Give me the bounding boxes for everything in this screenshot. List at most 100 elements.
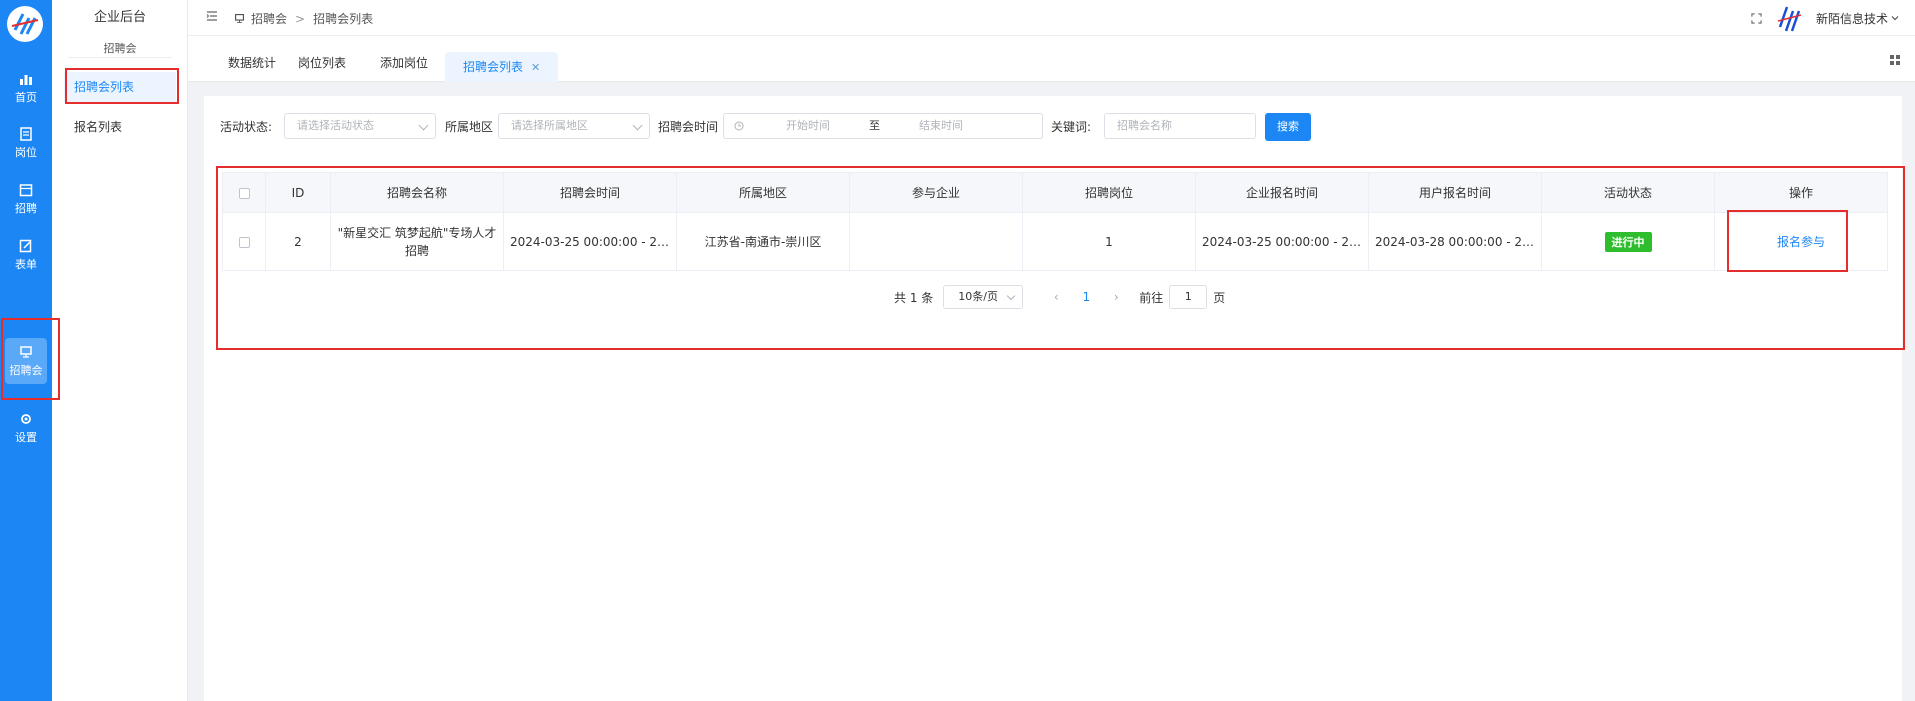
sidebar-item-label: 首页	[15, 90, 37, 104]
tab-label: 招聘会列表	[463, 60, 524, 74]
breadcrumb-separator: >	[295, 11, 306, 26]
cell-name: "新星交汇 筑梦起航"专场人才招聘	[330, 212, 504, 271]
prev-page-icon[interactable]: ‹	[1041, 290, 1071, 304]
goto-page-input[interactable]: 1	[1169, 285, 1208, 309]
keyword-filter-label: 关键词:	[1051, 120, 1092, 134]
presentation-icon	[234, 13, 245, 23]
column-header: 招聘会名称	[330, 172, 504, 213]
page-size-value: 10条/页	[958, 290, 998, 303]
column-header: 企业报名时间	[1195, 172, 1369, 213]
fullscreen-icon[interactable]	[1751, 12, 1762, 24]
column-header: 所属地区	[676, 172, 850, 213]
keyword-input[interactable]: 招聘会名称	[1104, 113, 1256, 139]
sidebar-item-home[interactable]: 首页	[0, 65, 52, 111]
pagination: 共 1 条 10条/页 ‹ 1 › 前往 1 页	[894, 285, 1225, 309]
clock-icon	[734, 121, 744, 131]
date-range-picker[interactable]: 开始时间 至 结束时间	[723, 113, 1043, 139]
status-select[interactable]: 请选择活动状态	[284, 113, 436, 139]
company-logo-icon	[1777, 6, 1802, 32]
column-header: 参与企业	[849, 172, 1023, 213]
sidebar-item-label: 招聘	[15, 201, 37, 215]
sidebar-item-label: 设置	[15, 430, 37, 444]
close-icon[interactable]: ✕	[531, 61, 540, 74]
grid-icon[interactable]	[1889, 54, 1901, 66]
region-select[interactable]: 请选择所属地区	[498, 113, 650, 139]
page-suffix: 页	[1213, 290, 1226, 305]
select-all-checkbox[interactable]	[238, 187, 250, 199]
column-header: 操作	[1714, 172, 1888, 213]
breadcrumb: 招聘会 > 招聘会列表	[234, 10, 373, 27]
tab-data-stats[interactable]: 数据统计	[228, 50, 276, 82]
column-header: ID	[265, 172, 331, 213]
cell-action: 报名参与	[1714, 212, 1888, 271]
collapse-menu-icon[interactable]	[206, 10, 218, 22]
logo-icon	[7, 6, 43, 42]
sub-item-signup-list[interactable]: 报名列表	[64, 112, 176, 142]
chevron-down-icon	[418, 120, 429, 131]
signup-join-link[interactable]: 报名参与	[1777, 235, 1825, 249]
sidebar-item-settings[interactable]: 设置	[0, 405, 52, 451]
start-time-placeholder[interactable]: 开始时间	[786, 114, 830, 138]
sidebar-item-label: 岗位	[15, 145, 37, 159]
sub-item-job-fair-list[interactable]: 招聘会列表	[64, 72, 176, 102]
cell-id: 2	[265, 212, 331, 271]
chevron-down-icon[interactable]	[1891, 14, 1899, 22]
icon-sidebar: 首页 岗位 招聘 表单 招聘会 设置	[0, 0, 52, 701]
cell-time: 2024-03-25 00:00:00 - 2024-...	[503, 212, 677, 271]
column-header: 用户报名时间	[1368, 172, 1542, 213]
cell-region: 江苏省-南通市-崇川区	[676, 212, 850, 271]
sidebar-item-forms[interactable]: 表单	[0, 232, 52, 278]
cell-companies	[849, 212, 1023, 271]
page-size-select[interactable]: 10条/页	[943, 285, 1024, 309]
status-badge: 进行中	[1604, 231, 1652, 252]
cell-user-signup: 2024-03-28 00:00:00 - 2024-...	[1368, 212, 1542, 271]
tab-position-list[interactable]: 岗位列表	[298, 50, 346, 82]
cell-company-signup: 2024-03-25 00:00:00 - 2024-...	[1195, 212, 1369, 271]
header-right: 新陌信息技术	[1751, 4, 1899, 32]
cell-positions: 1	[1022, 212, 1196, 271]
keyword-input-placeholder: 招聘会名称	[1117, 119, 1172, 132]
row-checkbox[interactable]	[238, 236, 250, 248]
tab-job-fair-list[interactable]: 招聘会列表 ✕	[445, 52, 559, 82]
pagination-total: 共 1 条	[894, 290, 934, 305]
region-select-placeholder: 请选择所属地区	[511, 119, 588, 132]
breadcrumb-item: 招聘会列表	[313, 12, 374, 26]
next-page-icon[interactable]: ›	[1101, 290, 1131, 304]
table-row: 2 "新星交汇 筑梦起航"专场人才招聘 2024-03-25 00:00:00 …	[222, 212, 1888, 271]
end-time-placeholder[interactable]: 结束时间	[919, 114, 963, 138]
bar-chart-icon	[20, 74, 32, 85]
chevron-down-icon	[1007, 291, 1016, 301]
table-header-row: ID 招聘会名称 招聘会时间 所属地区 参与企业 招聘岗位 企业报名时间 用户报…	[222, 172, 1888, 213]
divider	[68, 57, 172, 58]
document-icon	[20, 126, 32, 141]
range-separator: 至	[869, 119, 880, 132]
breadcrumb-item[interactable]: 招聘会	[251, 10, 287, 27]
sub-sidebar: 企业后台 招聘会 招聘会列表 报名列表	[52, 0, 188, 701]
presentation-icon	[20, 345, 32, 358]
goto-label: 前往	[1139, 290, 1164, 305]
page-number-current[interactable]: 1	[1071, 290, 1101, 304]
job-fair-table: ID 招聘会名称 招聘会时间 所属地区 参与企业 招聘岗位 企业报名时间 用户报…	[222, 172, 1888, 271]
status-select-placeholder: 请选择活动状态	[297, 119, 374, 132]
tab-add-position[interactable]: 添加岗位	[380, 50, 428, 82]
sidebar-item-job-fair[interactable]: 招聘会	[5, 338, 47, 384]
edit-form-icon	[19, 239, 32, 252]
region-filter-label: 所属地区	[445, 120, 494, 134]
time-filter-label: 招聘会时间	[658, 120, 719, 134]
sidebar-item-label: 招聘会	[9, 363, 43, 377]
sub-sidebar-group: 招聘会	[103, 42, 137, 55]
gear-icon	[21, 413, 31, 424]
sidebar-item-recruit[interactable]: 招聘	[0, 176, 52, 222]
tab-bar: 数据统计 岗位列表 添加岗位 招聘会列表 ✕	[188, 36, 1915, 82]
column-header: 活动状态	[1541, 172, 1715, 213]
company-name[interactable]: 新陌信息技术	[1816, 10, 1888, 27]
status-filter-label: 活动状态:	[220, 120, 273, 134]
column-header: 招聘岗位	[1022, 172, 1196, 213]
cell-status: 进行中	[1541, 212, 1715, 271]
top-header: 招聘会 > 招聘会列表 新陌信息技术	[188, 0, 1915, 36]
search-button[interactable]: 搜索	[1265, 113, 1311, 141]
sidebar-item-label: 表单	[15, 257, 37, 271]
column-header: 招聘会时间	[503, 172, 677, 213]
sub-sidebar-title: 企业后台	[93, 10, 146, 25]
sidebar-item-positions[interactable]: 岗位	[0, 120, 52, 166]
